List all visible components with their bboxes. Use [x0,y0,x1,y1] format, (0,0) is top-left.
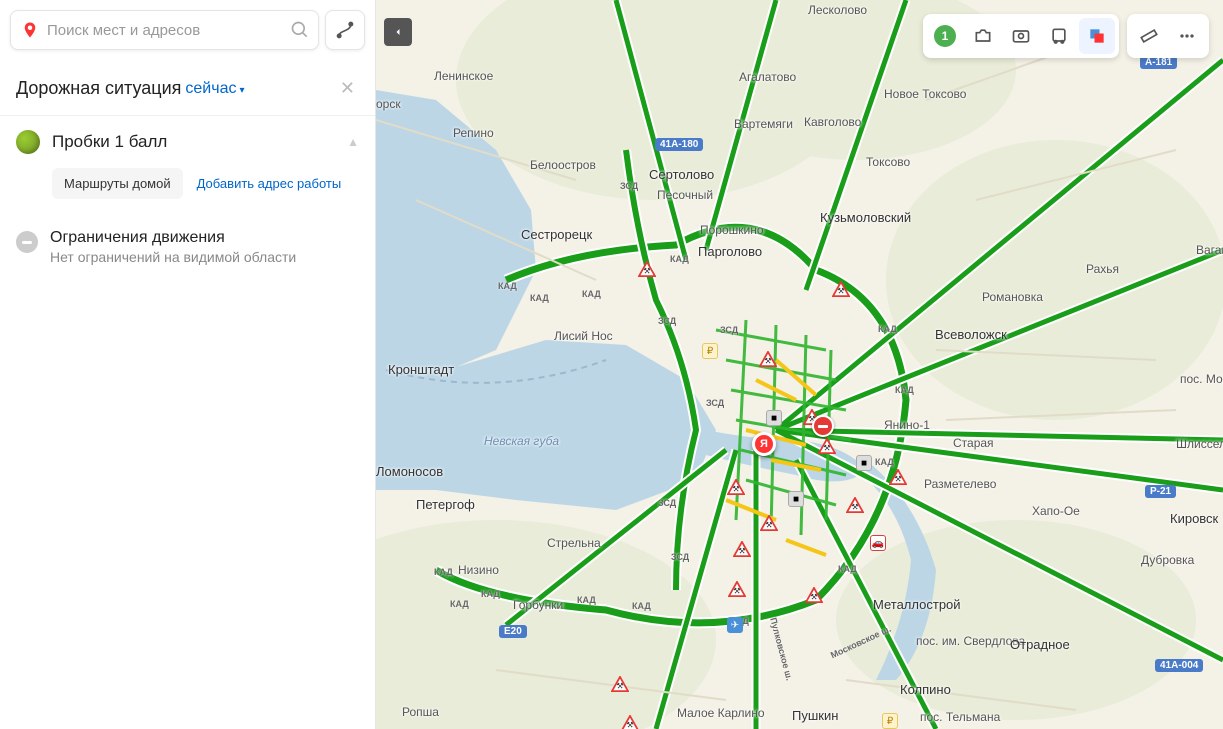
search-box[interactable] [10,10,319,50]
route-button[interactable] [325,10,365,50]
panel-now-selector[interactable]: сейчас▾ [185,80,244,98]
marker-icon [19,19,41,41]
traffic-row[interactable]: Пробки 1 балл ▲ [16,130,359,154]
chevron-up-icon: ▲ [347,135,359,149]
more-icon[interactable] [1169,18,1205,54]
traffic-block: Пробки 1 балл ▲ Маршруты домой Добавить … [0,116,375,215]
traffic-level-icon [16,130,40,154]
tool-group-actions [1127,14,1209,58]
map-canvas [376,0,1223,729]
close-icon[interactable]: ✕ [336,74,359,103]
traffic-level-text: Пробки 1 балл [52,132,335,152]
traffic-actions: Маршруты домой Добавить адрес работы [16,168,359,199]
add-work-link[interactable]: Добавить адрес работы [193,168,346,199]
transport-icon[interactable] [1041,18,1077,54]
tool-group-layers: 1 [923,14,1119,58]
search-input[interactable] [47,22,290,39]
restrictions-block[interactable]: Ограничения движения Нет ограничений на … [0,215,375,279]
search-row [0,0,375,60]
map[interactable]: 1 ЛесколовоЛенинскоеАгалатовоНовое Токсо… [376,0,1223,729]
panel-title: Дорожная ситуация [16,78,181,99]
street-panorama-icon[interactable] [965,18,1001,54]
panel-header: Дорожная ситуация сейчас▾ ✕ [0,60,375,116]
map-toolbar: 1 [923,14,1209,58]
traffic-toggle[interactable]: 1 [927,18,963,54]
search-icon[interactable] [290,20,310,40]
restrictions-subtitle: Нет ограничений на видимой области [50,249,296,265]
home-routes-button[interactable]: Маршруты домой [52,168,183,199]
restrictions-title: Ограничения движения [50,229,296,247]
sidebar: Дорожная ситуация сейчас▾ ✕ Пробки 1 бал… [0,0,376,729]
ruler-icon[interactable] [1131,18,1167,54]
layers-icon[interactable] [1079,18,1115,54]
collapse-sidebar-button[interactable] [384,18,412,46]
restriction-icon [16,231,38,253]
photo-icon[interactable] [1003,18,1039,54]
